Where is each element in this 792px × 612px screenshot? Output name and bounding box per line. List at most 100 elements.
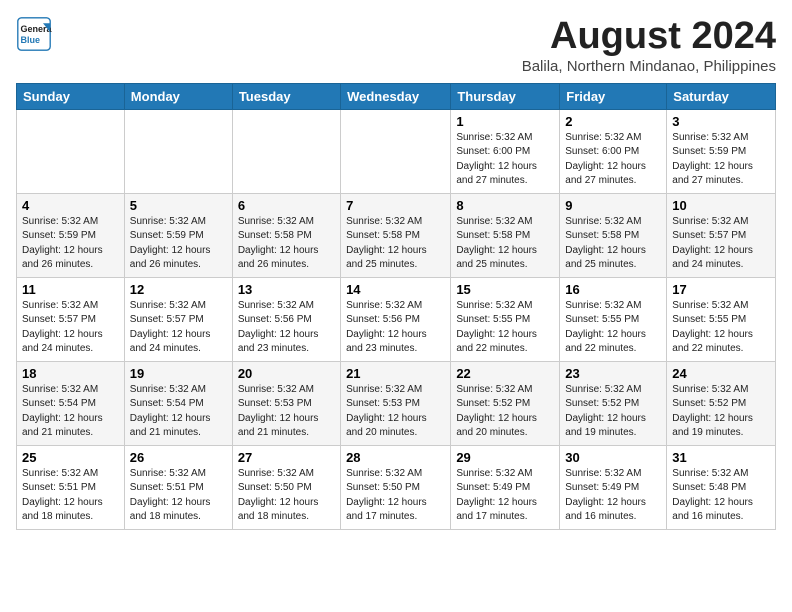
day-number: 28 bbox=[346, 450, 445, 465]
week-row-3: 11 Sunrise: 5:32 AM Sunset: 5:57 PM Dayli… bbox=[17, 277, 776, 361]
dow-header-thursday: Thursday bbox=[451, 83, 560, 109]
day-detail: Sunrise: 5:32 AM Sunset: 5:55 PM Dayligh… bbox=[456, 299, 554, 357]
day-detail: Sunrise: 5:32 AM Sunset: 5:53 PM Dayligh… bbox=[346, 383, 445, 441]
calendar-cell: 30 Sunrise: 5:32 AM Sunset: 5:49 PM Dayli… bbox=[560, 445, 667, 529]
calendar-cell: 28 Sunrise: 5:32 AM Sunset: 5:50 PM Dayli… bbox=[341, 445, 451, 529]
day-detail: Sunrise: 5:32 AM Sunset: 5:54 PM Dayligh… bbox=[22, 383, 119, 441]
day-detail: Sunrise: 5:32 AM Sunset: 5:52 PM Dayligh… bbox=[672, 383, 770, 441]
day-detail: Sunrise: 5:32 AM Sunset: 5:59 PM Dayligh… bbox=[672, 131, 770, 189]
day-detail: Sunrise: 5:32 AM Sunset: 5:57 PM Dayligh… bbox=[130, 299, 227, 357]
day-number: 25 bbox=[22, 450, 119, 465]
calendar-cell: 29 Sunrise: 5:32 AM Sunset: 5:49 PM Dayli… bbox=[451, 445, 560, 529]
day-number: 27 bbox=[238, 450, 335, 465]
day-number: 10 bbox=[672, 198, 770, 213]
calendar-cell bbox=[17, 109, 125, 193]
calendar-cell: 16Sunrise: 5:32 AM Sunset: 5:55 PM Dayli… bbox=[560, 277, 667, 361]
day-number: 30 bbox=[565, 450, 661, 465]
day-detail: Sunrise: 5:32 AM Sunset: 5:52 PM Dayligh… bbox=[565, 383, 661, 441]
calendar-cell: 2 Sunrise: 5:32 AM Sunset: 6:00 PM Daylig… bbox=[560, 109, 667, 193]
title-block: August 2024 Balila, Northern Mindanao, P… bbox=[522, 16, 776, 75]
day-number: 5 bbox=[130, 198, 227, 213]
day-number: 24 bbox=[672, 366, 770, 381]
calendar-cell: 26Sunrise: 5:32 AM Sunset: 5:51 PM Dayli… bbox=[124, 445, 232, 529]
day-number: 2 bbox=[565, 114, 661, 129]
calendar-cell: 6Sunrise: 5:32 AM Sunset: 5:58 PM Daylig… bbox=[232, 193, 340, 277]
calendar-cell: 19 Sunrise: 5:32 AM Sunset: 5:54 PM Dayli… bbox=[124, 361, 232, 445]
day-number: 19 bbox=[130, 366, 227, 381]
calendar-cell: 15 Sunrise: 5:32 AM Sunset: 5:55 PM Dayli… bbox=[451, 277, 560, 361]
day-number: 9 bbox=[565, 198, 661, 213]
day-number: 11 bbox=[22, 282, 119, 297]
day-number: 18 bbox=[22, 366, 119, 381]
day-number: 3 bbox=[672, 114, 770, 129]
dow-header-sunday: Sunday bbox=[17, 83, 125, 109]
month-title: August 2024 bbox=[522, 16, 776, 58]
day-number: 20 bbox=[238, 366, 335, 381]
day-number: 21 bbox=[346, 366, 445, 381]
calendar-cell: 1 Sunrise: 5:32 AM Sunset: 6:00 PM Daylig… bbox=[451, 109, 560, 193]
dow-header-tuesday: Tuesday bbox=[232, 83, 340, 109]
calendar-cell bbox=[124, 109, 232, 193]
day-detail: Sunrise: 5:32 AM Sunset: 5:49 PM Dayligh… bbox=[456, 467, 554, 525]
dow-header-monday: Monday bbox=[124, 83, 232, 109]
day-detail: Sunrise: 5:32 AM Sunset: 5:56 PM Dayligh… bbox=[238, 299, 335, 357]
calendar-cell: 11 Sunrise: 5:32 AM Sunset: 5:57 PM Dayli… bbox=[17, 277, 125, 361]
calendar-cell: 13 Sunrise: 5:32 AM Sunset: 5:56 PM Dayli… bbox=[232, 277, 340, 361]
day-number: 7 bbox=[346, 198, 445, 213]
day-number: 26 bbox=[130, 450, 227, 465]
day-number: 15 bbox=[456, 282, 554, 297]
day-detail: Sunrise: 5:32 AM Sunset: 6:00 PM Dayligh… bbox=[456, 131, 554, 189]
calendar-cell: 4 Sunrise: 5:32 AM Sunset: 5:59 PM Daylig… bbox=[17, 193, 125, 277]
location: Balila, Northern Mindanao, Philippines bbox=[522, 58, 776, 75]
day-number: 29 bbox=[456, 450, 554, 465]
day-detail: Sunrise: 5:32 AM Sunset: 5:57 PM Dayligh… bbox=[22, 299, 119, 357]
day-detail: Sunrise: 5:32 AM Sunset: 5:50 PM Dayligh… bbox=[238, 467, 335, 525]
calendar-cell bbox=[232, 109, 340, 193]
calendar-cell: 31 Sunrise: 5:32 AM Sunset: 5:48 PM Dayli… bbox=[667, 445, 776, 529]
calendar-cell: 9 Sunrise: 5:32 AM Sunset: 5:58 PM Daylig… bbox=[560, 193, 667, 277]
logo-icon: General Blue bbox=[16, 16, 52, 52]
calendar-cell: 3 Sunrise: 5:32 AM Sunset: 5:59 PM Daylig… bbox=[667, 109, 776, 193]
calendar-cell: 21 Sunrise: 5:32 AM Sunset: 5:53 PM Dayli… bbox=[341, 361, 451, 445]
calendar-body: 1 Sunrise: 5:32 AM Sunset: 6:00 PM Daylig… bbox=[17, 109, 776, 529]
calendar-table: SundayMondayTuesdayWednesdayThursdayFrid… bbox=[16, 83, 776, 530]
day-detail: Sunrise: 5:32 AM Sunset: 5:57 PM Dayligh… bbox=[672, 215, 770, 273]
days-of-week-row: SundayMondayTuesdayWednesdayThursdayFrid… bbox=[17, 83, 776, 109]
calendar-cell: 7 Sunrise: 5:32 AM Sunset: 5:58 PM Daylig… bbox=[341, 193, 451, 277]
day-number: 1 bbox=[456, 114, 554, 129]
day-detail: Sunrise: 5:32 AM Sunset: 5:51 PM Dayligh… bbox=[22, 467, 119, 525]
day-detail: Sunrise: 5:32 AM Sunset: 5:58 PM Dayligh… bbox=[238, 215, 335, 273]
day-number: 13 bbox=[238, 282, 335, 297]
day-detail: Sunrise: 5:32 AM Sunset: 5:59 PM Dayligh… bbox=[22, 215, 119, 273]
day-detail: Sunrise: 5:32 AM Sunset: 6:00 PM Dayligh… bbox=[565, 131, 661, 189]
day-detail: Sunrise: 5:32 AM Sunset: 5:58 PM Dayligh… bbox=[565, 215, 661, 273]
day-detail: Sunrise: 5:32 AM Sunset: 5:55 PM Dayligh… bbox=[672, 299, 770, 357]
day-number: 23 bbox=[565, 366, 661, 381]
day-detail: Sunrise: 5:32 AM Sunset: 5:48 PM Dayligh… bbox=[672, 467, 770, 525]
logo: General Blue bbox=[16, 16, 52, 52]
day-number: 12 bbox=[130, 282, 227, 297]
day-detail: Sunrise: 5:32 AM Sunset: 5:50 PM Dayligh… bbox=[346, 467, 445, 525]
week-row-1: 1 Sunrise: 5:32 AM Sunset: 6:00 PM Daylig… bbox=[17, 109, 776, 193]
calendar-cell: 5 Sunrise: 5:32 AM Sunset: 5:59 PM Daylig… bbox=[124, 193, 232, 277]
calendar-cell: 17 Sunrise: 5:32 AM Sunset: 5:55 PM Dayli… bbox=[667, 277, 776, 361]
day-detail: Sunrise: 5:32 AM Sunset: 5:52 PM Dayligh… bbox=[456, 383, 554, 441]
day-detail: Sunrise: 5:32 AM Sunset: 5:59 PM Dayligh… bbox=[130, 215, 227, 273]
dow-header-friday: Friday bbox=[560, 83, 667, 109]
day-number: 31 bbox=[672, 450, 770, 465]
dow-header-wednesday: Wednesday bbox=[341, 83, 451, 109]
day-detail: Sunrise: 5:32 AM Sunset: 5:54 PM Dayligh… bbox=[130, 383, 227, 441]
dow-header-saturday: Saturday bbox=[667, 83, 776, 109]
day-number: 16 bbox=[565, 282, 661, 297]
calendar-cell: 14Sunrise: 5:32 AM Sunset: 5:56 PM Dayli… bbox=[341, 277, 451, 361]
calendar-cell: 12 Sunrise: 5:32 AM Sunset: 5:57 PM Dayli… bbox=[124, 277, 232, 361]
day-detail: Sunrise: 5:32 AM Sunset: 5:49 PM Dayligh… bbox=[565, 467, 661, 525]
day-number: 4 bbox=[22, 198, 119, 213]
day-detail: Sunrise: 5:32 AM Sunset: 5:58 PM Dayligh… bbox=[346, 215, 445, 273]
calendar-cell: 25 Sunrise: 5:32 AM Sunset: 5:51 PM Dayli… bbox=[17, 445, 125, 529]
day-number: 17 bbox=[672, 282, 770, 297]
svg-text:Blue: Blue bbox=[21, 35, 41, 45]
calendar-cell bbox=[341, 109, 451, 193]
calendar-cell: 24 Sunrise: 5:32 AM Sunset: 5:52 PM Dayli… bbox=[667, 361, 776, 445]
week-row-4: 18 Sunrise: 5:32 AM Sunset: 5:54 PM Dayli… bbox=[17, 361, 776, 445]
